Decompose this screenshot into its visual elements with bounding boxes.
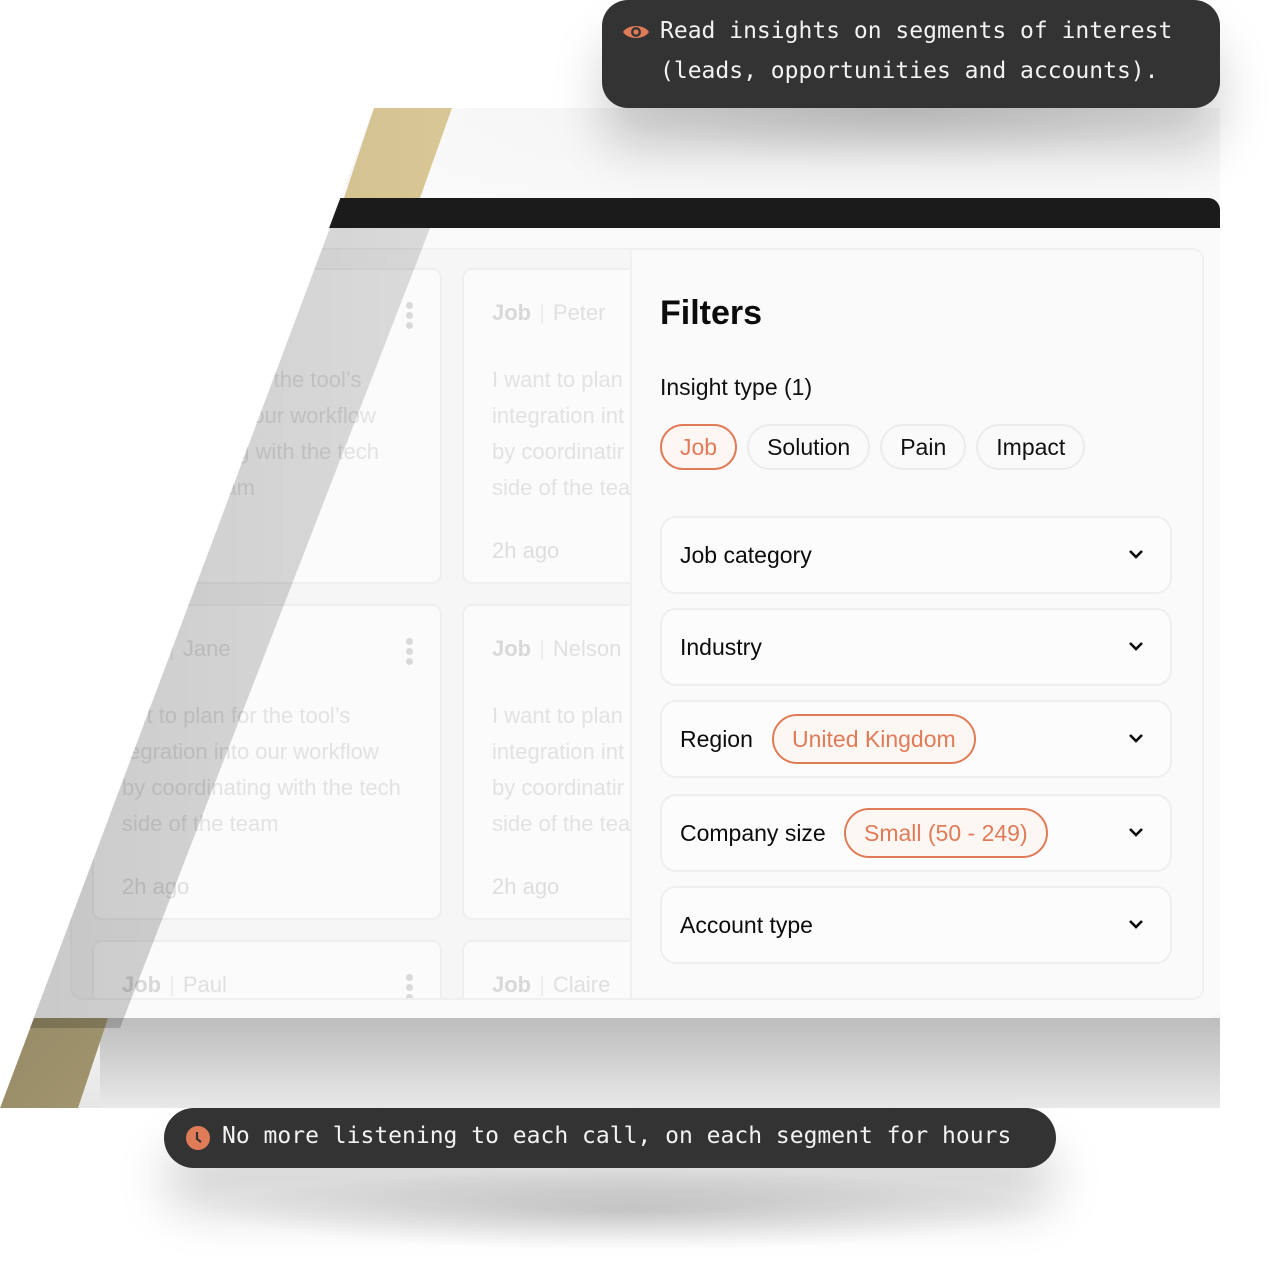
- card-body-line: or the tool’s: [248, 367, 362, 392]
- card-body-line: tegration into our workflow: [122, 739, 379, 764]
- selected-tag-company-size[interactable]: Small (50 - 249): [844, 808, 1048, 858]
- card-body-line: ing with the tech: [220, 439, 379, 464]
- chevron-down-icon: [1129, 550, 1143, 559]
- app-window: Job or the tool’s o our workflow ing wit…: [0, 198, 1220, 1018]
- window-titlebar: [0, 198, 1220, 228]
- eye-icon: [623, 26, 649, 38]
- card-type: Job: [122, 636, 162, 661]
- callout-text: No more listening to each call, on each …: [222, 1123, 1012, 1149]
- card-person: Peter: [552, 300, 606, 325]
- filters-panel: Filters Insight type (1) Job Solution Pa…: [630, 250, 1202, 998]
- more-options-icon[interactable]: [406, 974, 413, 998]
- card-type: Job: [122, 972, 162, 997]
- chip-solution[interactable]: Solution: [747, 424, 871, 470]
- callout-shadow: [200, 1170, 1060, 1250]
- card-header: Job | Peter: [492, 300, 605, 326]
- dropdown-job-category[interactable]: Job category: [660, 516, 1172, 594]
- selected-tag-region[interactable]: United Kingdom: [772, 714, 976, 764]
- insight-type-label: Insight type (1): [660, 374, 813, 400]
- card-type: Job: [492, 636, 532, 661]
- card-person: Paul: [182, 972, 227, 997]
- card-body-line: team: [206, 475, 255, 500]
- card-timestamp: 2h ago: [492, 538, 560, 563]
- card-type: Job: [492, 972, 532, 997]
- chevron-down-icon: [1129, 828, 1143, 837]
- separator: |: [169, 972, 175, 997]
- card-person: Claire: [552, 972, 611, 997]
- product-screenshot-stage: Job or the tool’s o our workflow ing wit…: [0, 108, 1220, 1108]
- separator: |: [539, 300, 545, 325]
- card-body-line: by coordinating with the tech: [122, 775, 401, 800]
- dropdown-account-type[interactable]: Account type: [660, 886, 1172, 964]
- more-options-icon[interactable]: [406, 302, 413, 332]
- dropdown-company-size[interactable]: Company size Small (50 - 249): [660, 794, 1172, 872]
- card-timestamp: 2h ago: [492, 874, 560, 899]
- chevron-down-icon: [1129, 642, 1143, 651]
- dropdown-region[interactable]: Region United Kingdom: [660, 700, 1172, 778]
- card-header: Job | Paul: [122, 972, 227, 998]
- card-type: Job: [122, 300, 162, 325]
- chip-job[interactable]: Job: [660, 424, 738, 470]
- dropdown-label: Region: [680, 726, 753, 752]
- callout-read-insights: Read insights on segments of interest (l…: [602, 0, 1220, 108]
- insight-card[interactable]: Job or the tool’s o our workflow ing wit…: [92, 268, 442, 584]
- card-header: Job | Claire: [492, 972, 610, 998]
- callout-line-2: (leads, opportunities and accounts).: [660, 58, 1159, 84]
- card-body-line: ant to plan for the tool’s: [122, 703, 351, 728]
- callout-no-more-listening: No more listening to each call, on each …: [164, 1108, 1056, 1168]
- bottom-backdrop: [100, 1018, 1220, 1108]
- insight-type-chips: Job Solution Pain Impact: [660, 424, 1086, 470]
- callout-line-1: Read insights on segments of interest: [660, 18, 1173, 44]
- chevron-down-icon: [1129, 734, 1143, 743]
- insight-card[interactable]: Job | Jane ant to plan for the tool’s tegr…: [92, 604, 442, 920]
- card-body: ant to plan for the tool’s tegration int…: [122, 698, 422, 842]
- chip-pain[interactable]: Pain: [880, 424, 967, 470]
- dropdown-label: Company size: [680, 820, 826, 846]
- card-body-line: o our workflow: [234, 403, 376, 428]
- dropdown-label: Job category: [680, 542, 812, 568]
- card-body-line: side of the team: [122, 811, 279, 836]
- card-body: or the tool’s o our workflow ing with th…: [122, 362, 422, 506]
- card-timestamp: 2h ago: [122, 874, 190, 899]
- separator: |: [539, 636, 545, 661]
- more-options-icon[interactable]: [406, 638, 413, 668]
- dropdown-label: Account type: [680, 912, 813, 938]
- chip-impact[interactable]: Impact: [976, 424, 1086, 470]
- dropdown-label: Industry: [680, 634, 762, 660]
- top-backdrop: [420, 108, 1220, 198]
- card-person: Jane: [182, 636, 231, 661]
- dropdown-industry[interactable]: Industry: [660, 608, 1172, 686]
- insight-card[interactable]: Job | Paul: [92, 940, 442, 998]
- card-header: Job | Nelson: [492, 636, 621, 662]
- separator: |: [539, 972, 545, 997]
- card-header: Job: [122, 300, 161, 326]
- card-person: Nelson: [552, 636, 622, 661]
- separator: |: [169, 636, 175, 661]
- chevron-down-icon: [1129, 920, 1143, 929]
- card-type: Job: [492, 300, 532, 325]
- insights-content: Job or the tool’s o our workflow ing wit…: [70, 248, 1204, 1000]
- card-header: Job | Jane: [122, 636, 231, 662]
- clock-icon: [186, 1126, 210, 1150]
- filters-title: Filters: [660, 294, 763, 332]
